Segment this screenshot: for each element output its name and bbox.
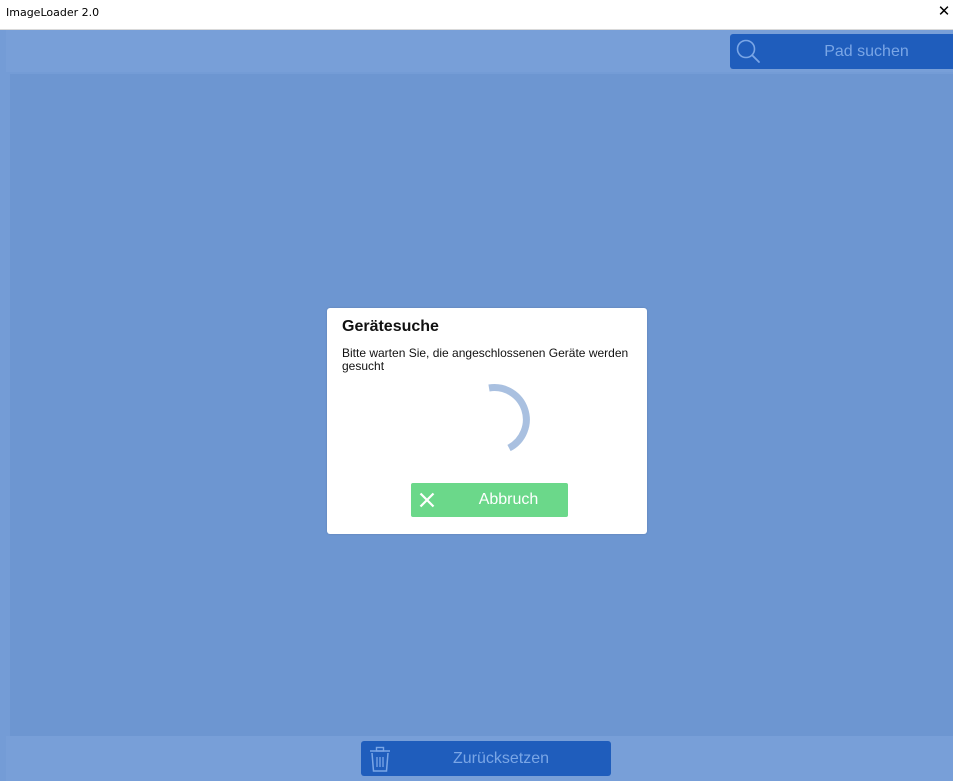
device-search-dialog: Gerätesuche Bitte warten Sie, die angesc… — [327, 308, 647, 534]
reset-button[interactable]: Zurücksetzen — [361, 741, 611, 776]
search-icon — [736, 39, 760, 63]
bottom-toolbar: Zurücksetzen — [6, 736, 953, 781]
top-toolbar: Pad suchen — [6, 30, 953, 72]
window-close-button[interactable]: ✕ — [937, 4, 951, 19]
dialog-title: Gerätesuche — [342, 318, 439, 335]
close-icon — [419, 492, 435, 508]
cancel-button[interactable]: Abbruch — [411, 483, 568, 517]
search-pad-button[interactable]: Pad suchen — [730, 34, 953, 69]
cancel-label: Abbruch — [478, 491, 539, 508]
window-titlebar: ImageLoader 2.0 ✕ — [0, 0, 953, 30]
window-title: ImageLoader 2.0 — [6, 6, 100, 19]
search-pad-label: Pad suchen — [824, 43, 909, 60]
trash-icon — [370, 746, 390, 772]
dialog-message: Bitte warten Sie, die angeschlossenen Ge… — [342, 346, 629, 373]
reset-label: Zurücksetzen — [452, 750, 550, 767]
loading-spinner — [488, 384, 530, 452]
